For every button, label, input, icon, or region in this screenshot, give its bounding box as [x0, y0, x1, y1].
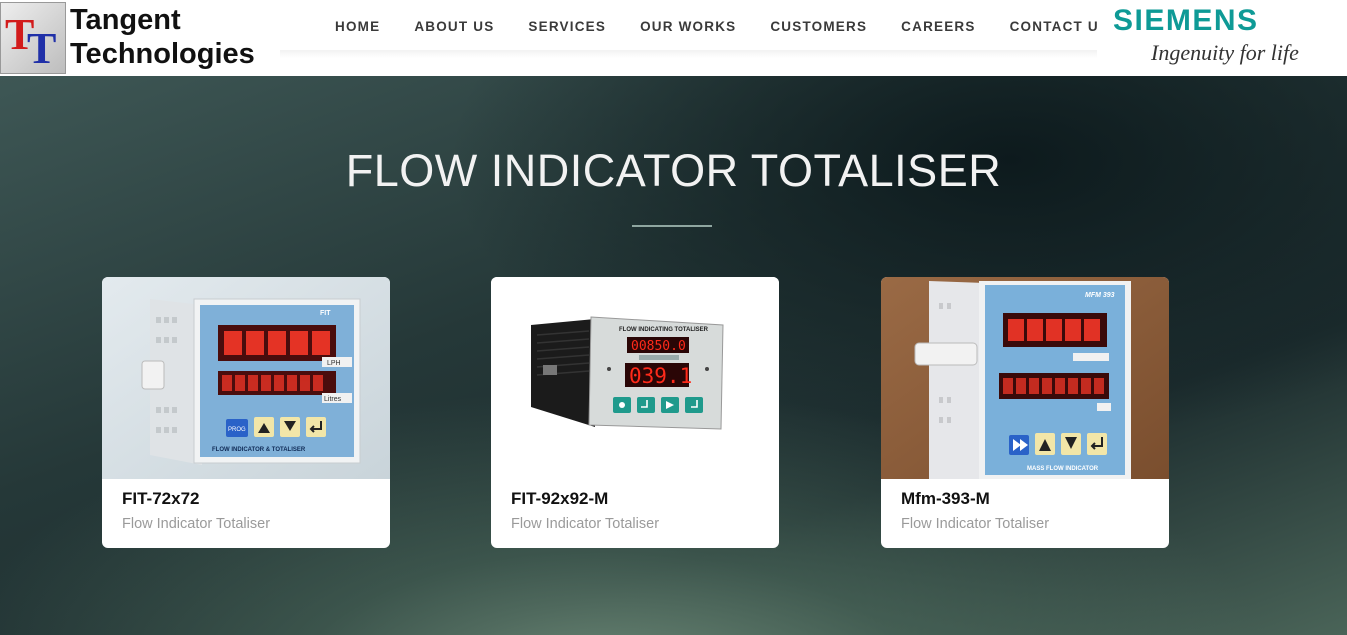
- device1-unit1: LPH: [327, 360, 341, 367]
- fit-72x72-device-image: FIT LPH Litres PROG FLOW INDICATOR & TOT…: [102, 277, 390, 479]
- product-subtitle: Flow Indicator Totaliser: [901, 516, 1050, 532]
- logo-name-line2: Technologies: [70, 38, 255, 70]
- header-nav-shadow: [280, 50, 1100, 58]
- product-title[interactable]: FIT-72x72: [122, 489, 200, 509]
- nav-about-us[interactable]: ABOUT US: [397, 18, 511, 36]
- device1-top-label: FIT: [320, 310, 331, 317]
- page-title: FLOW INDICATOR TOTALISER: [345, 145, 1002, 196]
- main-nav: HOME ABOUT US SERVICES OUR WORKS CUSTOME…: [318, 18, 1126, 36]
- partner-name: SIEMENS: [1113, 4, 1259, 37]
- nav-home[interactable]: HOME: [318, 18, 397, 36]
- site-header: T T Tangent Technologies HOME ABOUT US S…: [0, 0, 1347, 76]
- nav-customers[interactable]: CUSTOMERS: [753, 18, 884, 36]
- device1-footer: FLOW INDICATOR & TOTALISER: [212, 447, 306, 453]
- partner-logo[interactable]: SIEMENS Ingenuity for life: [1097, 0, 1347, 76]
- logo-t-blue: T: [27, 24, 57, 73]
- logo-mark: T T: [0, 2, 66, 74]
- product-card-mfm-393-m[interactable]: MFM 393 MASS FLOW INDICATOR Mfm-393-M Fl…: [881, 277, 1169, 548]
- partner-tagline: Ingenuity for life: [1151, 40, 1299, 65]
- device2-display-bottom: 039.1: [629, 364, 692, 388]
- device2-display-top: 00850.0: [631, 339, 686, 354]
- device1-prog: PROG: [228, 427, 246, 433]
- product-subtitle: Flow Indicator Totaliser: [511, 516, 660, 532]
- product-card-fit-72x72[interactable]: FIT LPH Litres PROG FLOW INDICATOR & TOT…: [102, 277, 390, 548]
- product-title[interactable]: Mfm-393-M: [901, 489, 990, 509]
- nav-careers[interactable]: CAREERS: [884, 18, 992, 36]
- fit-92x92-m-device-image: FLOW INDICATING TOTALISER 00850.0 039.1: [491, 277, 779, 479]
- mfm-393-m-device-image: MFM 393 MASS FLOW INDICATOR: [881, 277, 1169, 479]
- title-divider: [632, 225, 712, 227]
- product-title[interactable]: FIT-92x92-M: [511, 489, 608, 509]
- device1-unit2: Litres: [324, 396, 342, 403]
- site-logo[interactable]: T T Tangent Technologies: [0, 0, 276, 76]
- nav-our-works[interactable]: OUR WORKS: [623, 18, 753, 36]
- product-subtitle: Flow Indicator Totaliser: [122, 516, 271, 532]
- nav-services[interactable]: SERVICES: [511, 18, 623, 36]
- logo-name-line1: Tangent: [70, 4, 181, 36]
- product-card-fit-92x92-m[interactable]: FLOW INDICATING TOTALISER 00850.0 039.1 …: [491, 277, 779, 548]
- device2-panel-label: FLOW INDICATING TOTALISER: [619, 327, 709, 333]
- device3-panel-label: MFM 393: [1085, 292, 1115, 299]
- device3-footer-label: MASS FLOW INDICATOR: [1027, 466, 1099, 472]
